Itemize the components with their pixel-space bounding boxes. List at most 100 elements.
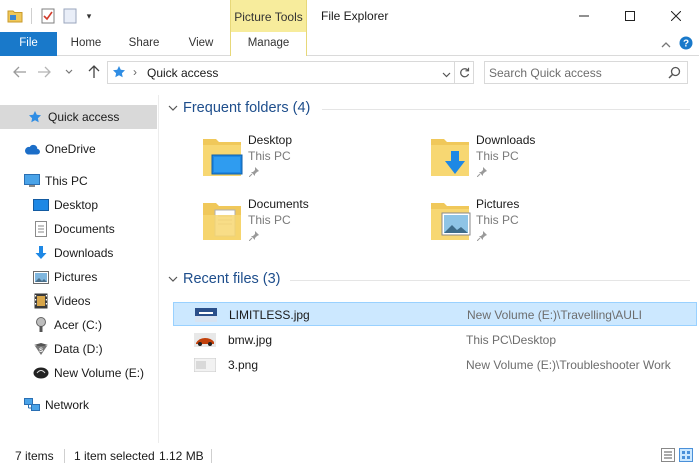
sidebar-item-downloads[interactable]: Downloads <box>0 241 157 265</box>
properties-icon[interactable] <box>39 7 57 25</box>
file-name: bmw.jpg <box>228 333 273 347</box>
videos-icon <box>33 293 49 309</box>
minimize-button[interactable] <box>561 0 607 32</box>
documents-icon <box>33 221 49 237</box>
refresh-icon <box>459 67 469 78</box>
folder-tile-documents[interactable]: Documents This PC <box>200 197 400 257</box>
sidebar-item-onedrive[interactable]: OneDrive <box>0 137 157 161</box>
file-location: New Volume (E:)\Troubleshooter Work <box>466 358 671 372</box>
folder-location: This PC <box>248 149 291 163</box>
help-icon[interactable]: ? <box>679 36 693 53</box>
search-input[interactable] <box>489 64 659 81</box>
tab-home[interactable]: Home <box>63 32 109 56</box>
cloud-icon <box>24 141 40 157</box>
search-box[interactable] <box>484 61 688 84</box>
address-bar[interactable]: › Quick access <box>107 61 474 84</box>
pictures-folder-icon <box>428 197 472 243</box>
pin-icon <box>476 166 487 180</box>
tab-manage[interactable]: Manage <box>230 32 307 56</box>
file-name: 3.png <box>228 358 259 372</box>
sidebar-item-label: Downloads <box>54 246 114 260</box>
sidebar-item-videos[interactable]: Videos <box>0 289 157 313</box>
sidebar-item-label: New Volume (E:) <box>54 366 145 380</box>
maximize-button[interactable] <box>607 0 653 32</box>
frequent-folders-header[interactable]: Frequent folders (4) <box>166 97 310 119</box>
up-button[interactable] <box>84 62 104 82</box>
folder-tile-downloads[interactable]: Downloads This PC <box>428 133 628 193</box>
sidebar-item-new-volume-e[interactable]: New Volume (E:) <box>0 361 157 385</box>
documents-folder-icon <box>200 197 244 243</box>
folder-tile-desktop[interactable]: Desktop This PC <box>200 133 400 193</box>
sidebar-item-label: Documents <box>54 222 115 236</box>
recent-files-header[interactable]: Recent files (3) <box>166 268 281 290</box>
drive-icon: S <box>33 341 49 357</box>
recent-file-row[interactable]: LIMITLESS.jpg New Volume (E:)\Travelling… <box>173 302 697 326</box>
sidebar-item-label: This PC <box>45 174 88 188</box>
star-icon <box>27 109 43 125</box>
customize-icon[interactable]: ▾ <box>83 11 95 22</box>
sidebar-item-label: Desktop <box>54 198 99 212</box>
pin-icon <box>248 230 259 244</box>
folder-location: This PC <box>476 213 519 227</box>
quick-access-toolbar: ▾ <box>6 6 95 26</box>
tab-share[interactable]: Share <box>120 32 168 56</box>
details-view-icon[interactable] <box>661 448 675 465</box>
item-count: 7 items <box>15 449 54 463</box>
collapse-chevron-icon[interactable] <box>166 101 180 115</box>
selection-count: 1 item selected <box>74 449 155 463</box>
breadcrumb-separator-icon: › <box>133 65 137 79</box>
recent-file-row[interactable]: bmw.jpg This PC\Desktop <box>173 328 697 352</box>
navigation-pane: Quick access OneDrive This PC Desktop Do… <box>0 95 158 443</box>
file-location: New Volume (E:)\Travelling\AULI <box>467 308 642 322</box>
recent-locations-button[interactable] <box>62 62 76 82</box>
group-divider <box>290 280 690 281</box>
refresh-button[interactable] <box>454 62 473 83</box>
sidebar-item-label: Acer (C:) <box>54 318 102 332</box>
sidebar-item-acer-c[interactable]: Acer (C:) <box>0 313 157 337</box>
close-button[interactable] <box>653 0 699 32</box>
download-icon <box>33 245 49 261</box>
collapse-chevron-icon[interactable] <box>166 272 180 286</box>
folder-icon[interactable] <box>6 7 24 25</box>
tab-view[interactable]: View <box>180 32 222 56</box>
up-arrow-icon <box>88 65 100 78</box>
desktop-folder-icon <box>200 133 244 179</box>
status-bar: 7 items 1 item selected 1.12 MB <box>0 444 699 468</box>
drive-icon <box>33 365 49 381</box>
forward-button[interactable] <box>34 62 54 82</box>
image-thumbnail-icon <box>193 357 217 373</box>
sidebar-item-label: Pictures <box>54 270 98 284</box>
sidebar-item-this-pc[interactable]: This PC <box>0 169 157 193</box>
svg-text:S: S <box>39 348 43 354</box>
sidebar-item-documents[interactable]: Documents <box>0 217 157 241</box>
ribbon-tabs: File Home Share View Manage ? <box>0 32 699 56</box>
file-location: This PC\Desktop <box>466 333 557 347</box>
folder-name: Downloads <box>476 133 536 147</box>
sidebar-item-data-d[interactable]: S Data (D:) <box>0 337 157 361</box>
sidebar-item-pictures[interactable]: Pictures <box>0 265 157 289</box>
group-divider <box>322 109 690 110</box>
downloads-folder-icon <box>428 133 472 179</box>
tab-file[interactable]: File <box>0 32 57 56</box>
folder-tile-pictures[interactable]: Pictures This PC <box>428 197 628 257</box>
folder-name: Desktop <box>248 133 293 147</box>
drive-icon <box>33 317 49 333</box>
recent-file-row[interactable]: 3.png New Volume (E:)\Troubleshooter Wor… <box>173 353 697 377</box>
sidebar-item-network[interactable]: Network <box>0 393 157 417</box>
address-history-icon[interactable] <box>442 67 451 81</box>
image-thumbnail-icon <box>195 308 217 322</box>
pane-divider[interactable] <box>158 95 159 443</box>
pictures-icon <box>33 269 49 285</box>
back-button[interactable] <box>10 62 30 82</box>
expand-ribbon-icon[interactable] <box>661 38 671 52</box>
back-arrow-icon <box>13 66 26 78</box>
search-icon[interactable] <box>668 66 681 82</box>
breadcrumb-quick-access[interactable]: Quick access <box>147 66 218 80</box>
pin-icon <box>248 166 259 180</box>
sidebar-item-quick-access[interactable]: Quick access <box>0 105 157 129</box>
frequent-folders-title: Frequent folders (4) <box>183 100 311 116</box>
star-icon <box>112 65 126 82</box>
large-icons-view-icon[interactable] <box>679 448 693 465</box>
sidebar-item-desktop[interactable]: Desktop <box>0 193 157 217</box>
new-folder-icon[interactable] <box>61 7 79 25</box>
